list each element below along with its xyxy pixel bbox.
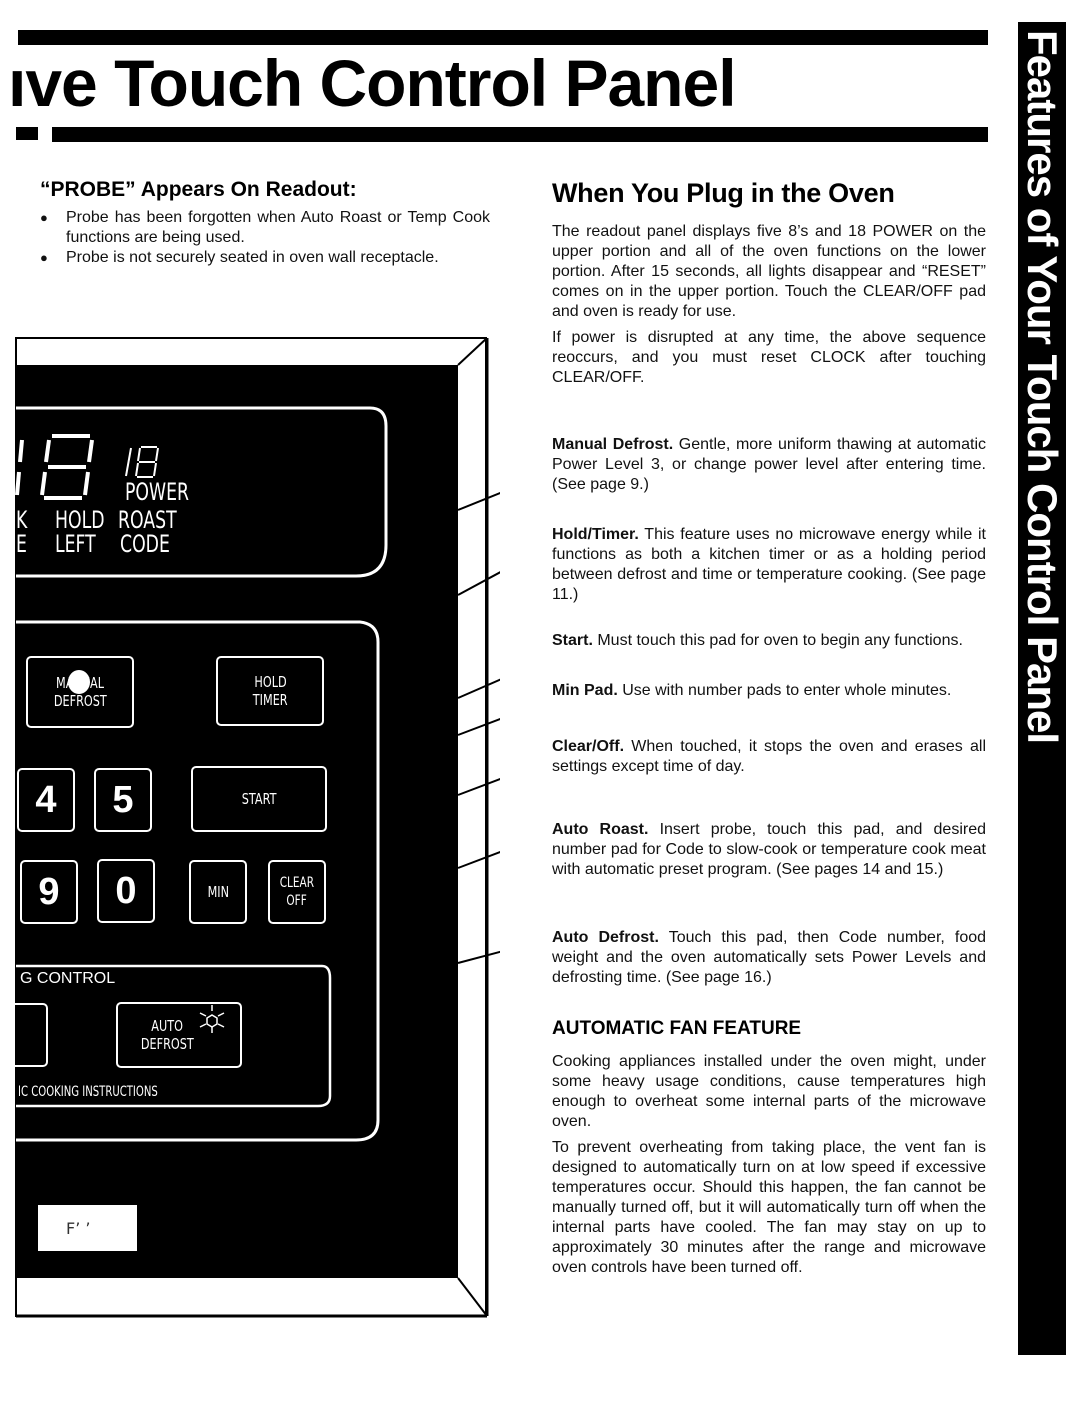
number-0-button[interactable]: 0 [97, 859, 155, 923]
probe-bullet: Probe is not securely seated in oven wal… [40, 248, 490, 268]
display-power-label: POWER [125, 478, 190, 506]
side-tab-text: Features of Your Touch Control Panel [1019, 30, 1066, 744]
plug-paragraph: The readout panel displays five 8’s and … [552, 223, 986, 320]
number-5-button[interactable]: 5 [94, 768, 152, 832]
feature-clear-off: Clear/Off. When touched, it stops the ov… [552, 738, 986, 775]
clear-off-button[interactable]: CLEAR OFF [268, 860, 326, 924]
display-label-code: CODE [120, 530, 170, 558]
feature-min-pad: Min Pad. Use with number pads to enter w… [552, 682, 952, 699]
feature-auto-defrost: Auto Defrost. Touch this pad, then Code … [552, 929, 987, 986]
cooking-control-label: G CONTROL [20, 970, 116, 987]
header-rule-bottom [52, 127, 988, 142]
fan-heading: AUTOMATIC FAN FEATURE [552, 1018, 802, 1039]
auto-defrost-button[interactable]: AUTO DEFROST [116, 1002, 242, 1068]
model-label-plate: F’ ’ [38, 1205, 137, 1251]
fan-paragraph: Cooking appliances installed under the o… [552, 1053, 986, 1130]
print-blot [68, 670, 90, 694]
cooking-instructions-label: IC COOKING INSTRUCTIONS [18, 1084, 158, 1100]
display-label-time: E [16, 530, 27, 558]
hold-timer-button[interactable]: HOLD TIMER [216, 656, 324, 726]
probe-list: Probe has been forgotten when Auto Roast… [40, 208, 490, 268]
feature-hold-timer: Hold/Timer. This feature uses no microwa… [552, 526, 986, 603]
header-rule-top [18, 30, 988, 45]
fan-body: Cooking appliances installed under the o… [552, 1052, 986, 1284]
number-4-button[interactable]: 4 [17, 768, 75, 832]
plug-body: The readout panel displays five 8’s and … [552, 222, 986, 394]
feature-auto-roast: Auto Roast. Insert probe, touch this pad… [552, 821, 986, 878]
probe-bullet: Probe has been forgotten when Auto Roast… [40, 208, 490, 248]
plug-heading: When You Plug in the Oven [552, 178, 895, 208]
display-label-left: LEFT [55, 530, 96, 558]
auto-roast-button[interactable] [10, 1003, 48, 1067]
page-title: ıve Touch Control Panel [8, 46, 737, 120]
start-button[interactable]: START [191, 766, 327, 832]
probe-heading: “PROBE” Appears On Readout: [40, 178, 357, 201]
header-rule-fragment [16, 127, 38, 140]
plug-paragraph: If power is disrupted at any time, the a… [552, 329, 986, 386]
min-button[interactable]: MIN [189, 860, 247, 924]
feature-start: Start. Must touch this pad for oven to b… [552, 632, 963, 649]
number-9-button[interactable]: 9 [20, 860, 78, 924]
side-section-tab: Features of Your Touch Control Panel [1018, 22, 1066, 1355]
fan-paragraph: To prevent overheating from taking place… [552, 1139, 986, 1276]
feature-manual-defrost: Manual Defrost. Gentle, more uniform tha… [552, 436, 987, 493]
